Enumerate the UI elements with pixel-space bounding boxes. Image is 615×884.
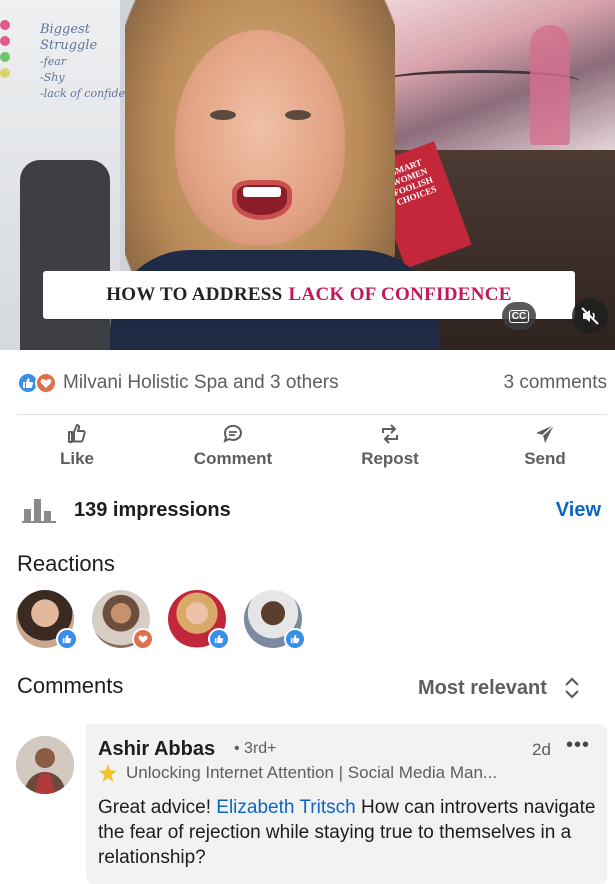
chair [20,160,110,350]
wall-painting [360,0,615,160]
closed-captions-button[interactable]: CC [502,302,536,330]
commenter-avatar[interactable] [16,736,74,794]
send-icon [536,424,555,443]
presenter-eye [210,110,236,120]
comments-count[interactable]: 3 comments [504,372,607,394]
thumbs-up-icon [68,424,86,443]
impressions-count: 139 impressions [74,498,231,521]
caption-text: HOW TO ADDRESS [106,284,283,305]
caption-highlight: LACK OF CONFIDENCE [288,284,512,305]
reactor-avatar[interactable] [16,590,78,650]
commenter-name[interactable]: Ashir Abbas [98,738,215,761]
like-button[interactable]: Like [17,422,137,469]
reactions-heading: Reactions [17,551,115,576]
repost-button[interactable]: Repost [330,422,450,469]
comment-button[interactable]: Comment [173,422,293,469]
reactor-avatar[interactable] [244,590,306,650]
connection-degree: • 3rd+ [234,740,277,757]
mute-button[interactable] [572,298,608,334]
social-counts-bar: Milvani Holistic Spa and 3 others 3 comm… [17,369,607,397]
love-badge-icon [132,628,154,650]
comment-bubble: Ashir Abbas • 3rd+ 2d ••• Unlocking Inte… [86,724,607,884]
like-badge-icon [208,628,230,650]
video-player[interactable]: Biggest Struggle -fear -Shy -lack of con… [0,0,615,350]
commenter-headline: Unlocking Internet Attention | Social Me… [98,763,497,783]
sparkle-star-icon [99,764,117,782]
reactions-summary[interactable]: Milvani Holistic Spa and 3 others [63,372,339,394]
like-badge-icon [56,628,78,650]
analytics-bar-icon [22,499,56,523]
mention-link[interactable]: Elizabeth Tritsch [216,797,355,818]
love-reaction-icon [35,372,57,394]
cc-label: CC [508,309,530,323]
presenter-eye [285,110,311,120]
presenter-mouth [232,180,292,220]
view-analytics-link[interactable]: View [556,499,601,522]
repost-icon [382,424,398,444]
sort-dropdown[interactable]: Most relevant [418,676,581,700]
divider [17,414,607,415]
comment-icon [223,424,242,443]
like-badge-icon [284,628,306,650]
reactors-list [16,590,320,650]
reactor-avatar[interactable] [92,590,154,650]
comment-label: Comment [193,449,273,468]
comment-timestamp: 2d [532,740,551,759]
comment-text-start: Great advice! [98,797,217,818]
post-actions: Like Comment Repost Send [0,422,615,474]
send-button[interactable]: Send [485,422,605,469]
whiteboard-magnets [0,20,10,84]
speaker-muted-icon [581,307,599,325]
more-options-icon[interactable]: ••• [566,734,590,757]
reactor-avatar[interactable] [168,590,230,650]
headline-text: Unlocking Internet Attention | Social Me… [126,763,498,782]
avatar [16,736,74,794]
reaction-icons[interactable] [17,371,59,395]
video-caption: HOW TO ADDRESS LACK OF CONFIDENCE [43,271,575,319]
like-label: Like [59,449,95,468]
send-label: Send [524,449,566,468]
repost-label: Repost [361,449,419,468]
sort-label: Most relevant [418,676,547,699]
impressions-row: 139 impressions View [22,494,607,526]
comments-heading: Comments [17,673,124,698]
sort-chevrons-icon [565,677,579,699]
comment-text: Great advice! Elizabeth Tritsch How can … [98,795,598,870]
